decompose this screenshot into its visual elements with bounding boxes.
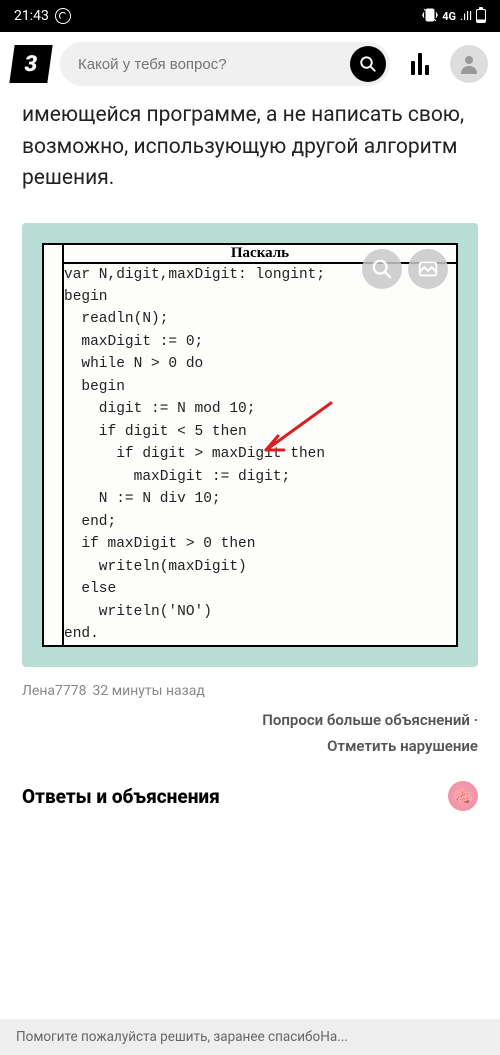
battery-icon <box>476 9 486 23</box>
bottom-ticker[interactable]: Помогите пожалуйста решить, заранее спас… <box>0 1019 500 1055</box>
ticker-text: Помогите пожалуйста решить, заранее спас… <box>16 1029 348 1045</box>
vibrate-icon <box>422 7 438 26</box>
stats-icon[interactable] <box>406 53 434 75</box>
report-link[interactable]: Отметить нарушение <box>22 737 478 755</box>
image-zoom-button[interactable] <box>362 249 402 289</box>
image-fullscreen-button[interactable] <box>408 249 448 289</box>
brain-icon: 🧠 <box>453 787 473 806</box>
asker-username[interactable]: Лена7778 <box>22 683 87 699</box>
attached-image[interactable]: Паскаль var N,digit,maxDigit: longint; b… <box>22 223 478 668</box>
search-box[interactable] <box>60 42 390 86</box>
answers-title: Ответы и объяснения <box>22 785 220 808</box>
answers-section-header: Ответы и объяснения 🧠 <box>22 781 478 825</box>
code-screenshot: Паскаль var N,digit,maxDigit: longint; b… <box>42 243 458 648</box>
app-logo[interactable]: 3 <box>9 45 52 83</box>
status-time: 21:43 <box>14 8 49 24</box>
search-button[interactable] <box>350 46 386 82</box>
status-bar: 21:43 4G .ıll <box>0 0 500 32</box>
network-4g-icon: 4G <box>442 10 456 23</box>
search-icon <box>359 55 377 73</box>
question-timestamp: 32 минуты назад <box>93 683 205 699</box>
shazam-icon <box>55 8 71 24</box>
person-icon <box>457 52 481 76</box>
ask-more-link[interactable]: Попроси больше объяснений · <box>22 711 478 729</box>
brain-badge[interactable]: 🧠 <box>448 781 478 811</box>
zoom-icon <box>371 258 393 280</box>
signal-bars-icon: .ıll <box>460 9 472 23</box>
profile-avatar[interactable] <box>450 45 488 83</box>
question-text: имеющейся программе, а не написать свою,… <box>22 100 478 195</box>
question-meta: Лена7778 32 минуты назад <box>22 683 478 699</box>
main-content: имеющейся программе, а не написать свою,… <box>0 100 500 825</box>
image-icon <box>417 258 439 280</box>
search-input[interactable] <box>78 56 350 73</box>
app-header: 3 <box>0 32 500 96</box>
code-content: var N,digit,maxDigit: longint; begin rea… <box>63 263 457 647</box>
